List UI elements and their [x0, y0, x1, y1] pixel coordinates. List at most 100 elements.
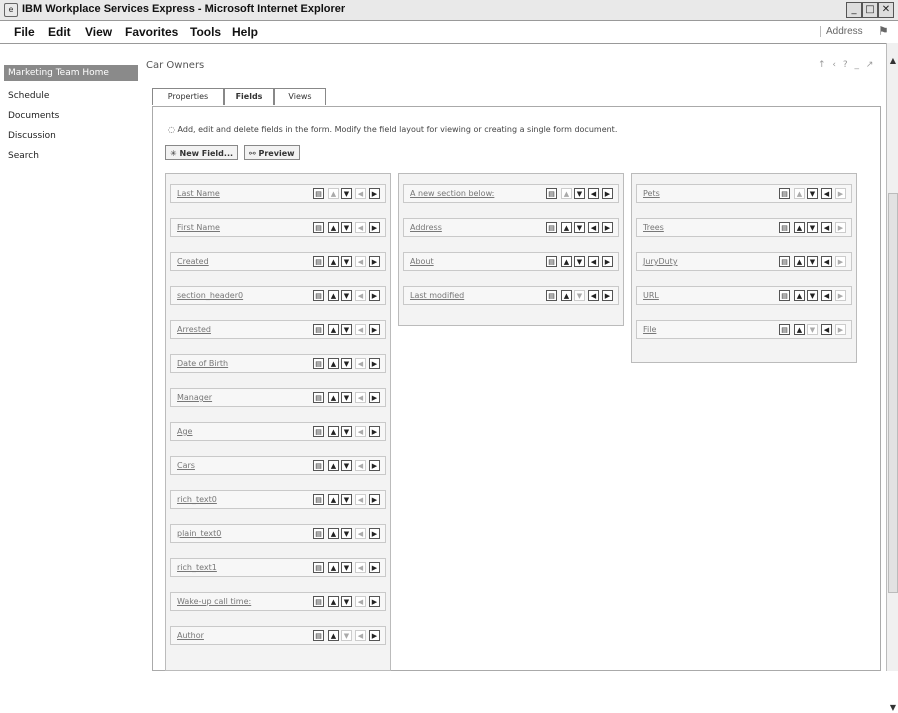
move-right-icon[interactable]: ▶ — [369, 188, 380, 199]
move-up-icon[interactable]: ▲ — [328, 426, 339, 437]
move-left-icon[interactable]: ◀ — [821, 222, 832, 233]
trash-icon[interactable]: ▤ — [546, 188, 557, 199]
move-right-icon[interactable]: ▶ — [602, 290, 613, 301]
move-left-icon[interactable]: ◀ — [821, 290, 832, 301]
move-left-icon[interactable]: ◀ — [588, 256, 599, 267]
move-right-icon[interactable]: ▶ — [369, 324, 380, 335]
trash-icon[interactable]: ▤ — [313, 324, 324, 335]
move-right-icon[interactable]: ▶ — [369, 528, 380, 539]
field-label-link[interactable]: rich_text1 — [177, 563, 217, 572]
trash-icon[interactable]: ▤ — [313, 222, 324, 233]
move-down-icon[interactable]: ▼ — [341, 562, 352, 573]
move-right-icon[interactable]: ▶ — [369, 222, 380, 233]
move-left-icon[interactable]: ◀ — [588, 188, 599, 199]
move-up-icon[interactable]: ▲ — [794, 324, 805, 335]
menu-edit[interactable]: Edit — [48, 25, 71, 39]
move-up-icon[interactable]: ▲ — [561, 222, 572, 233]
move-up-icon[interactable]: ▲ — [794, 256, 805, 267]
sidebar-item-search[interactable]: Search — [8, 151, 39, 161]
page-scrollbar[interactable]: ▲ ▼ — [886, 43, 898, 712]
move-up-icon[interactable]: ▲ — [328, 256, 339, 267]
move-down-icon[interactable]: ▼ — [574, 188, 585, 199]
move-up-icon[interactable]: ▲ — [328, 392, 339, 403]
move-left-icon[interactable]: ◀ — [588, 290, 599, 301]
trash-icon[interactable]: ▤ — [779, 188, 790, 199]
menu-view[interactable]: View — [85, 25, 112, 39]
move-down-icon[interactable]: ▼ — [574, 222, 585, 233]
move-left-icon[interactable]: ◀ — [588, 222, 599, 233]
move-down-icon[interactable]: ▼ — [341, 596, 352, 607]
field-label-link[interactable]: Pets — [643, 189, 660, 198]
scroll-down-icon[interactable]: ▼ — [888, 703, 898, 713]
field-label-link[interactable]: File — [643, 325, 656, 334]
move-right-icon[interactable]: ▶ — [602, 188, 613, 199]
trash-icon[interactable]: ▤ — [779, 222, 790, 233]
move-right-icon[interactable]: ▶ — [369, 290, 380, 301]
field-label-link[interactable]: Manager — [177, 393, 212, 402]
field-label-link[interactable]: First Name — [177, 223, 220, 232]
move-down-icon[interactable]: ▼ — [341, 528, 352, 539]
move-right-icon[interactable]: ▶ — [369, 596, 380, 607]
field-label-link[interactable]: Last modified — [410, 291, 464, 300]
field-label-link[interactable]: Created — [177, 257, 209, 266]
move-down-icon[interactable]: ▼ — [574, 256, 585, 267]
sidebar-item-schedule[interactable]: Schedule — [8, 91, 49, 101]
field-label-link[interactable]: Wake-up call time: — [177, 597, 251, 606]
field-label-link[interactable]: About — [410, 257, 434, 266]
trash-icon[interactable]: ▤ — [313, 494, 324, 505]
tab-views[interactable]: Views — [274, 88, 326, 105]
field-label-link[interactable]: Arrested — [177, 325, 211, 334]
new-field-button[interactable]: ✳ New Field... — [165, 145, 239, 160]
field-label-link[interactable]: Date of Birth — [177, 359, 228, 368]
trash-icon[interactable]: ▤ — [546, 290, 557, 301]
close-button[interactable]: ✕ — [878, 2, 894, 18]
menu-tools[interactable]: Tools — [190, 25, 221, 39]
address-label[interactable]: Address — [820, 26, 863, 37]
trash-icon[interactable]: ▤ — [779, 290, 790, 301]
move-down-icon[interactable]: ▼ — [341, 392, 352, 403]
move-down-icon[interactable]: ▼ — [807, 290, 818, 301]
move-down-icon[interactable]: ▼ — [341, 256, 352, 267]
field-label-link[interactable]: Age — [177, 427, 192, 436]
trash-icon[interactable]: ▤ — [546, 256, 557, 267]
move-down-icon[interactable]: ▼ — [341, 494, 352, 505]
move-right-icon[interactable]: ▶ — [369, 494, 380, 505]
move-up-icon[interactable]: ▲ — [328, 358, 339, 369]
move-up-icon[interactable]: ▲ — [561, 256, 572, 267]
move-right-icon[interactable]: ▶ — [369, 358, 380, 369]
move-down-icon[interactable]: ▼ — [807, 222, 818, 233]
scrollbar-thumb[interactable] — [888, 193, 898, 593]
field-label-link[interactable]: Author — [177, 631, 204, 640]
trash-icon[interactable]: ▤ — [313, 460, 324, 471]
trash-icon[interactable]: ▤ — [313, 562, 324, 573]
move-right-icon[interactable]: ▶ — [602, 222, 613, 233]
trash-icon[interactable]: ▤ — [313, 392, 324, 403]
move-left-icon[interactable]: ◀ — [821, 324, 832, 335]
field-label-link[interactable]: Last Name — [177, 189, 220, 198]
menu-help[interactable]: Help — [232, 25, 258, 39]
move-up-icon[interactable]: ▲ — [328, 562, 339, 573]
move-up-icon[interactable]: ▲ — [328, 222, 339, 233]
field-label-link[interactable]: Address — [410, 223, 442, 232]
menu-favorites[interactable]: Favorites — [125, 25, 178, 39]
field-label-link[interactable]: URL — [643, 291, 659, 300]
trash-icon[interactable]: ▤ — [313, 188, 324, 199]
move-right-icon[interactable]: ▶ — [369, 392, 380, 403]
trash-icon[interactable]: ▤ — [779, 256, 790, 267]
sidebar-item-discussion[interactable]: Discussion — [8, 131, 56, 141]
move-up-icon[interactable]: ▲ — [328, 630, 339, 641]
page-tools[interactable]: ↑ ‹ ? _ ↗ — [818, 60, 875, 70]
move-up-icon[interactable]: ▲ — [328, 324, 339, 335]
move-left-icon[interactable]: ◀ — [821, 256, 832, 267]
move-down-icon[interactable]: ▼ — [341, 426, 352, 437]
sidebar-item-home[interactable]: Marketing Team Home — [4, 65, 138, 81]
move-up-icon[interactable]: ▲ — [561, 290, 572, 301]
move-down-icon[interactable]: ▼ — [341, 324, 352, 335]
trash-icon[interactable]: ▤ — [313, 256, 324, 267]
trash-icon[interactable]: ▤ — [313, 630, 324, 641]
move-down-icon[interactable]: ▼ — [341, 460, 352, 471]
trash-icon[interactable]: ▤ — [779, 324, 790, 335]
trash-icon[interactable]: ▤ — [313, 596, 324, 607]
menu-file[interactable]: File — [14, 25, 35, 39]
move-down-icon[interactable]: ▼ — [341, 188, 352, 199]
